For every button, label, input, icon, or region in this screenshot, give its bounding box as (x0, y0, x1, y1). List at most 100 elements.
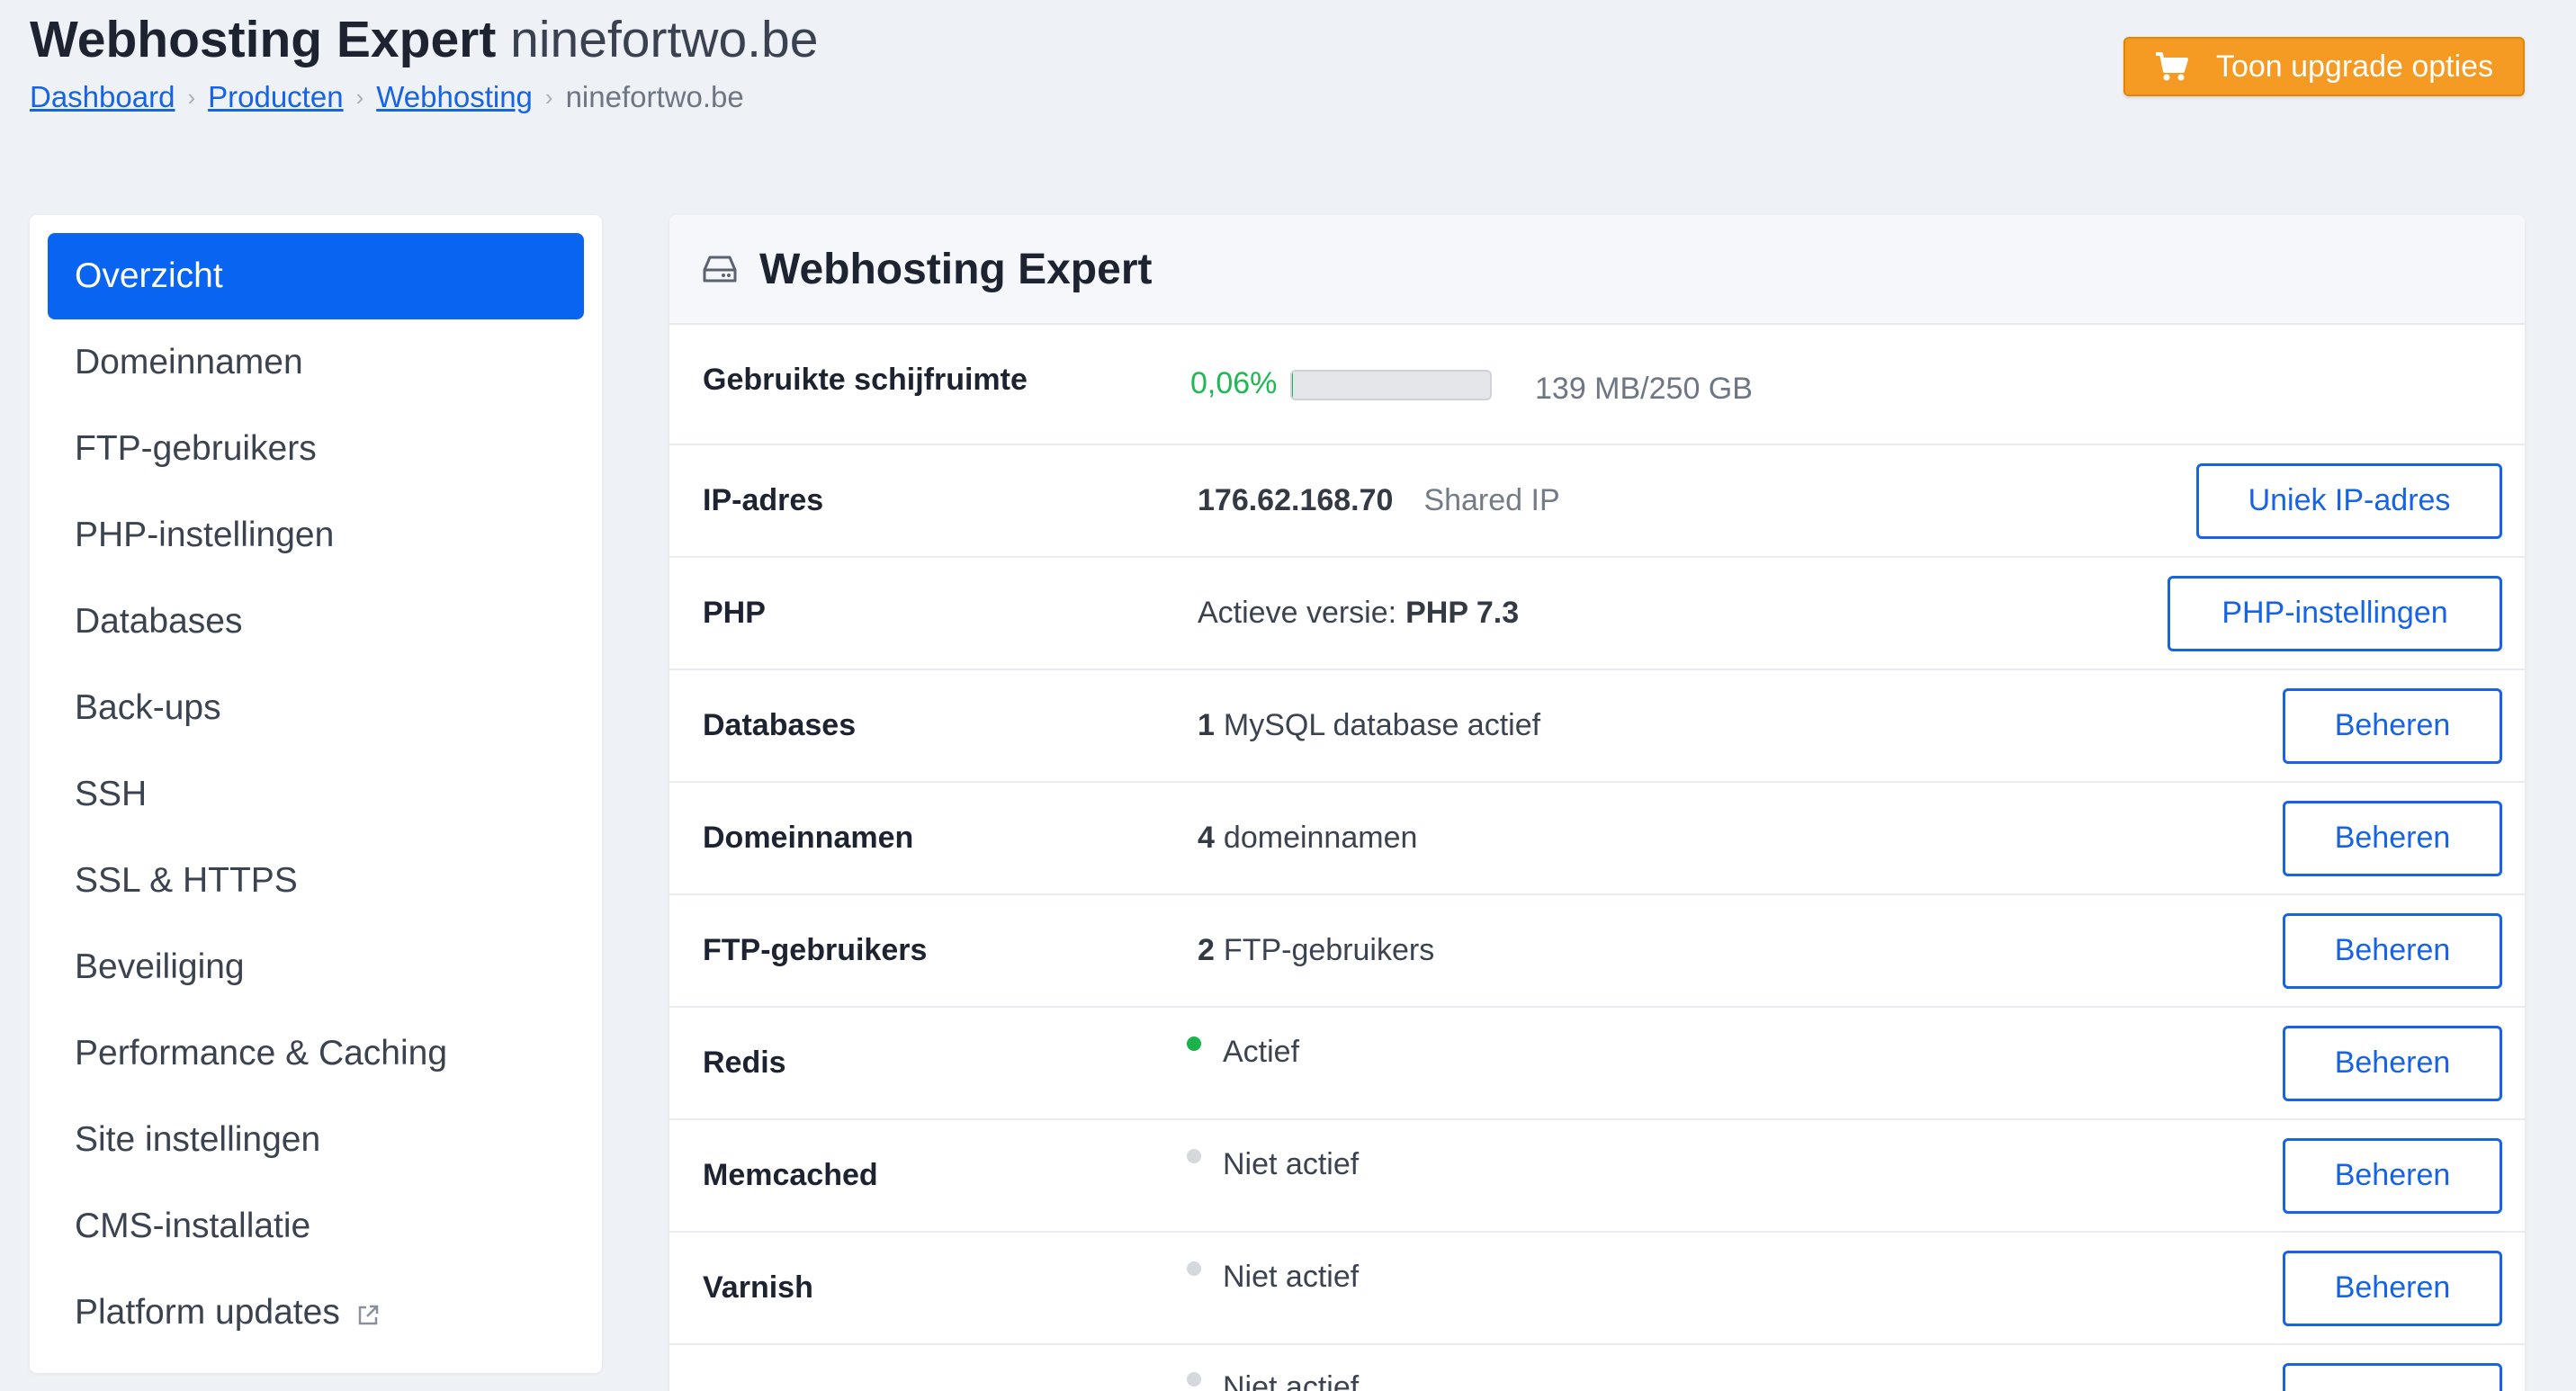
disk-usage-label: Gebruikte schijfruimte (703, 363, 1028, 397)
sidebar-item-label: Databases (75, 602, 243, 641)
databases-row: Databases 1 MySQL database actief Behere… (669, 670, 2525, 783)
ip-label: IP-adres (703, 483, 824, 517)
status-dot-inactive (1187, 1261, 1201, 1276)
php-version-prefix: Actieve versie: (1198, 596, 1397, 630)
databases-count: 1 (1198, 708, 1215, 742)
sidebar-item-back-ups[interactable]: Back-ups (48, 665, 584, 751)
ip-address: 176.62.168.70 (1198, 483, 1394, 517)
sidebar-item-beveiliging[interactable]: Beveiliging (48, 924, 584, 1010)
page-title-product: Webhosting Expert (30, 11, 497, 68)
disk-usage-bar (1290, 370, 1492, 400)
card-header: Webhosting Expert (669, 215, 2525, 325)
sidebar-item-performance-caching[interactable]: Performance & Caching (48, 1010, 584, 1097)
status-dot-inactive (1187, 1371, 1201, 1387)
memcached-status: Niet actief (1223, 1147, 1360, 1181)
memcached-row: Memcached Niet actief Beheren (669, 1120, 2525, 1233)
varnish-manage-button[interactable]: Beheren (2283, 1250, 2502, 1326)
sidebar-item-label: PHP-instellingen (75, 516, 335, 554)
ftp-text: FTP-gebruikers (1223, 933, 1435, 967)
sidebar-item-label: Overzicht (75, 256, 223, 295)
sidebar-item-cms-installatie[interactable]: CMS-installatie (48, 1183, 584, 1270)
ftp-manage-button[interactable]: Beheren (2283, 912, 2502, 989)
php-label: PHP (703, 596, 766, 630)
cart-icon (2155, 52, 2188, 81)
sidebar-item-databases[interactable]: Databases (48, 579, 584, 665)
breadcrumb-separator: › (187, 84, 196, 111)
domains-value: 4 domeinnamen (1198, 821, 1417, 856)
breadcrumb-producten[interactable]: Producten (208, 77, 343, 117)
sidebar-item-label: Site instellingen (75, 1120, 321, 1159)
card-title: Webhosting Expert (759, 245, 1153, 293)
upgrade-options-button[interactable]: Toon upgrade opties (2123, 37, 2525, 96)
extra-value: Niet actief (1187, 1370, 1359, 1391)
sidebar-item-ssl-https[interactable]: SSL & HTTPS (48, 838, 584, 924)
sidebar-item-label: FTP-gebruikers (75, 429, 317, 468)
domains-manage-button[interactable]: Beheren (2283, 800, 2502, 876)
databases-manage-button[interactable]: Beheren (2283, 687, 2502, 764)
databases-label: Databases (703, 708, 857, 742)
disk-usage-text: 139 MB/250 GB (1535, 372, 1753, 406)
sidebar-item-label: Beveiliging (75, 947, 245, 986)
disk-usage-row: Gebruikte schijfruimte 0,06% 139 MB/250 … (669, 325, 2525, 445)
ftp-count: 2 (1198, 933, 1215, 967)
disk-usage-percent: 0,06% (1190, 366, 1278, 400)
sidebar-item-ftp-gebruikers[interactable]: FTP-gebruikers (48, 406, 584, 492)
extra-manage-button[interactable] (2283, 1363, 2502, 1391)
sidebar-item-label: SSH (75, 775, 148, 813)
domains-count: 4 (1198, 821, 1215, 855)
databases-text: MySQL database actief (1223, 708, 1541, 742)
php-value: Actieve versie: PHP 7.3 (1198, 596, 1519, 631)
breadcrumb-webhosting[interactable]: Webhosting (376, 77, 533, 117)
breadcrumb: Dashboard › Producten › Webhosting › nin… (30, 77, 818, 117)
sidebar-item-platform-updates[interactable]: Platform updates (48, 1270, 584, 1356)
sidebar-item-domeinnamen[interactable]: Domeinnamen (48, 319, 584, 406)
status-dot-inactive (1187, 1148, 1201, 1163)
varnish-value: Niet actief (1187, 1260, 1359, 1295)
redis-row: Redis Actief Beheren (669, 1008, 2525, 1120)
domains-label: Domeinnamen (703, 821, 914, 855)
memcached-manage-button[interactable]: Beheren (2283, 1137, 2502, 1214)
breadcrumb-separator: › (544, 84, 553, 111)
external-link-icon (358, 1305, 379, 1325)
breadcrumb-current: ninefortwo.be (565, 80, 744, 113)
varnish-status: Niet actief (1223, 1260, 1360, 1294)
hosting-overview-card: Webhosting Expert Gebruikte schijfruimte… (669, 215, 2525, 1391)
breadcrumb-separator: › (355, 84, 364, 111)
status-dot-active (1187, 1036, 1201, 1051)
redis-manage-button[interactable]: Beheren (2283, 1025, 2502, 1101)
sidebar-item-label: Back-ups (75, 688, 221, 727)
varnish-row: Varnish Niet actief Beheren (669, 1233, 2525, 1345)
page-title: Webhosting Expert ninefortwo.be (30, 7, 818, 72)
sidebar-item-overzicht[interactable]: Overzicht (48, 233, 584, 319)
redis-value: Actief (1187, 1035, 1299, 1070)
extra-row: Niet actief (669, 1345, 2525, 1391)
sidebar: Overzicht Domeinnamen FTP-gebruikers PHP… (30, 215, 602, 1373)
ip-value: 176.62.168.70 Shared IP (1198, 483, 1560, 518)
varnish-label: Varnish (703, 1270, 813, 1305)
php-settings-button[interactable]: PHP-instellingen (2168, 575, 2502, 651)
databases-value: 1 MySQL database actief (1198, 708, 1540, 743)
sidebar-item-label: CMS-installatie (75, 1207, 311, 1245)
ip-row: IP-adres 176.62.168.70 Shared IP Uniek I… (669, 445, 2525, 558)
redis-status: Actief (1223, 1035, 1300, 1069)
sidebar-item-label: Performance & Caching (75, 1034, 448, 1072)
sidebar-item-php-instellingen[interactable]: PHP-instellingen (48, 492, 584, 579)
ftp-row: FTP-gebruikers 2 FTP-gebruikers Beheren (669, 895, 2525, 1008)
sidebar-item-site-instellingen[interactable]: Site instellingen (48, 1097, 584, 1183)
memcached-value: Niet actief (1187, 1147, 1359, 1182)
sidebar-item-label: Domeinnamen (75, 343, 303, 381)
unique-ip-button[interactable]: Uniek IP-adres (2196, 462, 2502, 539)
memcached-label: Memcached (703, 1158, 878, 1192)
php-row: PHP Actieve versie: PHP 7.3 PHP-instelli… (669, 558, 2525, 670)
page-header: Webhosting Expert ninefortwo.be Dashboar… (30, 7, 818, 117)
upgrade-options-label: Toon upgrade opties (2215, 49, 2494, 84)
php-version: PHP 7.3 (1405, 596, 1520, 630)
page-title-domain: ninefortwo.be (510, 11, 819, 68)
extra-status: Niet actief (1223, 1370, 1360, 1391)
sidebar-item-label: SSL & HTTPS (75, 861, 298, 900)
sidebar-item-label: Platform updates (75, 1293, 340, 1332)
sidebar-item-ssh[interactable]: SSH (48, 751, 584, 838)
breadcrumb-dashboard[interactable]: Dashboard (30, 77, 175, 117)
ip-type: Shared IP (1423, 483, 1560, 517)
ftp-label: FTP-gebruikers (703, 933, 928, 967)
